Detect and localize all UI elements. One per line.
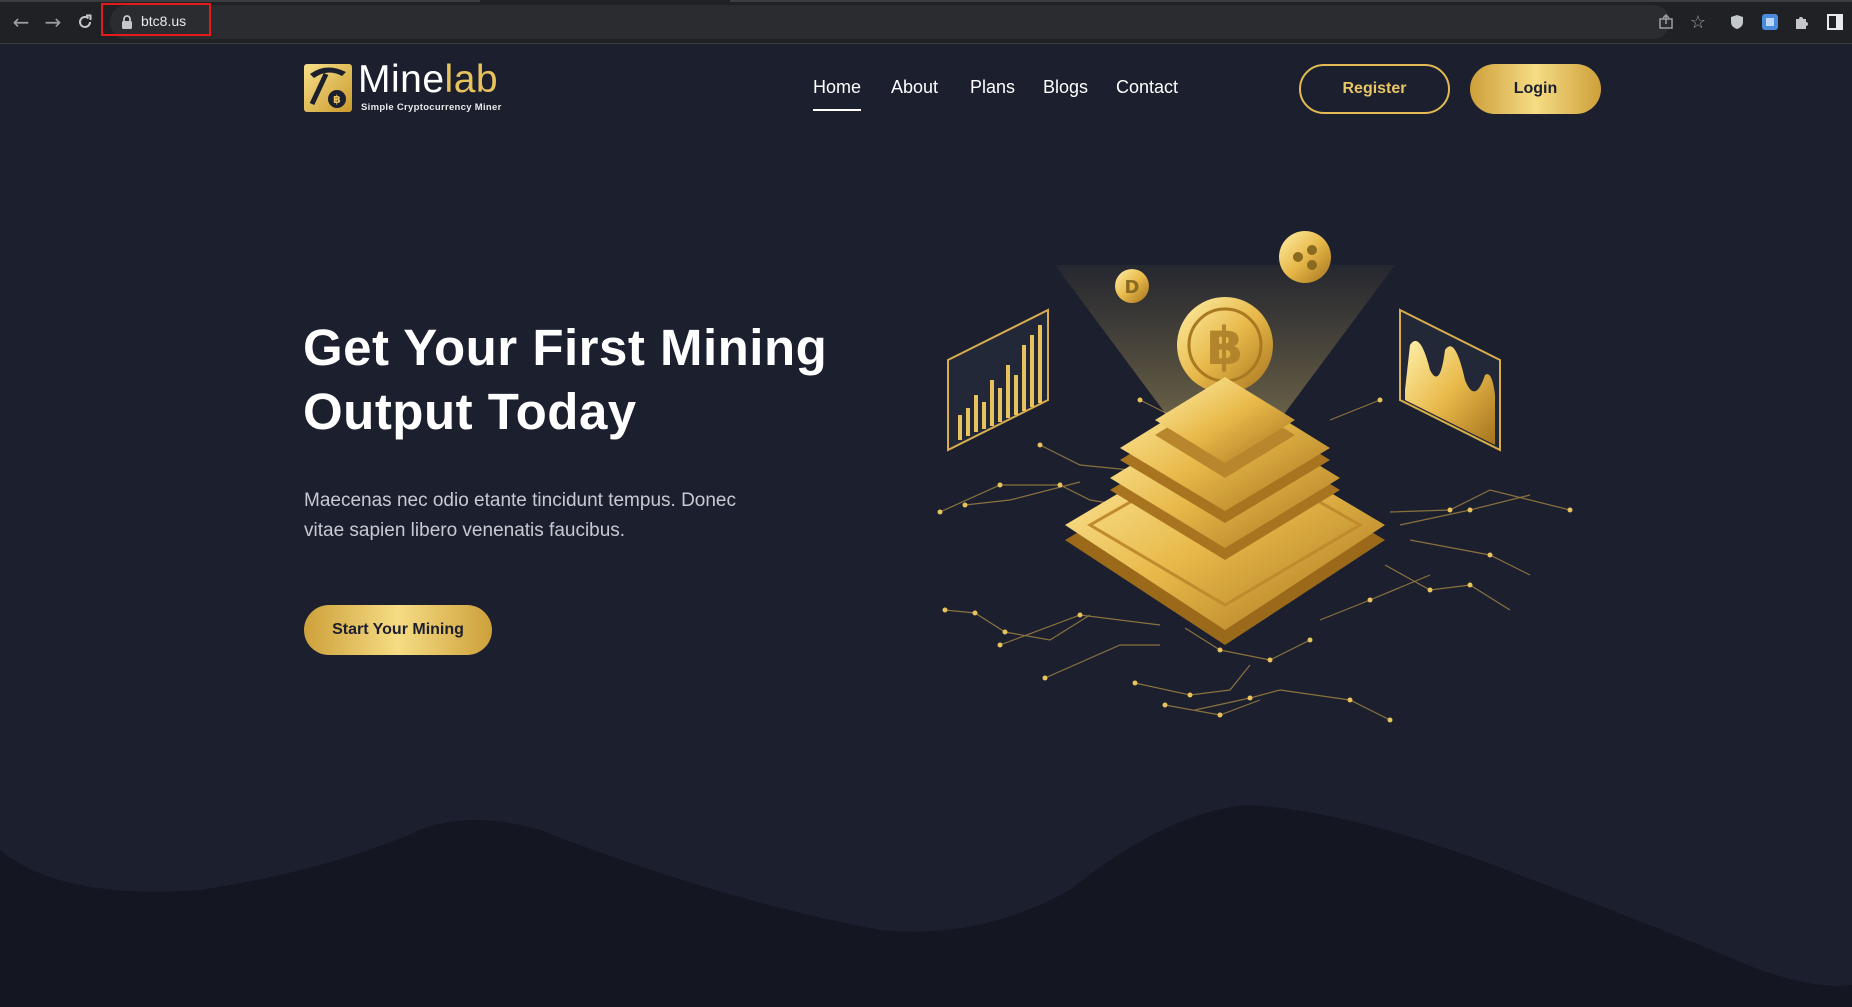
shield-icon[interactable]	[1726, 11, 1748, 33]
hero-title-line2: Output Today	[303, 383, 637, 440]
site-logo[interactable]: ฿ Minelab Simple Cryptocurrency Miner	[304, 58, 514, 120]
tab-strip	[0, 0, 480, 2]
logo-tagline: Simple Cryptocurrency Miner	[361, 102, 502, 113]
sidebar-icon[interactable]	[1824, 11, 1846, 33]
nav-plans[interactable]: Plans	[970, 77, 1015, 98]
address-bar[interactable]	[110, 5, 1670, 39]
register-button[interactable]: Register	[1299, 64, 1450, 114]
reload-icon[interactable]	[74, 11, 96, 33]
url-text[interactable]: btc8.us	[141, 13, 186, 29]
hero-description: Maecenas nec odio etante tincidunt tempu…	[304, 490, 736, 541]
forward-arrow-icon[interactable]: →	[42, 10, 64, 34]
dogecoin-coin: D	[1115, 269, 1149, 303]
ripple-coin	[1279, 231, 1331, 283]
svg-text:฿: ฿	[333, 93, 341, 106]
nav-contact[interactable]: Contact	[1116, 77, 1178, 98]
star-icon[interactable]: ☆	[1687, 11, 1709, 33]
logo-text: Minelab	[358, 58, 499, 101]
svg-text:฿: ฿	[1207, 317, 1243, 377]
svg-text:D: D	[1125, 277, 1140, 298]
back-arrow-icon[interactable]: ←	[10, 10, 32, 34]
tab-strip-right	[730, 0, 1852, 2]
lock-icon[interactable]	[120, 14, 134, 30]
bar-chart-panel	[947, 308, 1049, 452]
start-mining-button[interactable]: Start Your Mining	[304, 605, 492, 655]
puzzle-icon[interactable]	[1791, 11, 1813, 33]
share-icon[interactable]	[1655, 11, 1677, 33]
area-chart-panel	[1399, 308, 1501, 452]
mining-illustration: ฿ D	[937, 231, 1573, 723]
nav-home[interactable]: Home	[813, 77, 862, 111]
nav-about[interactable]: About	[891, 77, 938, 98]
browser-toolbar: ← → btc8.us ☆	[0, 0, 1852, 44]
pickaxe-bitcoin-icon: ฿	[304, 64, 352, 112]
extension-icon[interactable]	[1759, 11, 1781, 33]
login-button[interactable]: Login	[1470, 64, 1601, 114]
hero-title-line1: Get Your First Mining	[303, 319, 828, 376]
hero-title: Get Your First Mining Output Today	[303, 316, 863, 444]
bottom-wave	[0, 805, 1852, 1007]
nav-blogs[interactable]: Blogs	[1043, 77, 1088, 98]
